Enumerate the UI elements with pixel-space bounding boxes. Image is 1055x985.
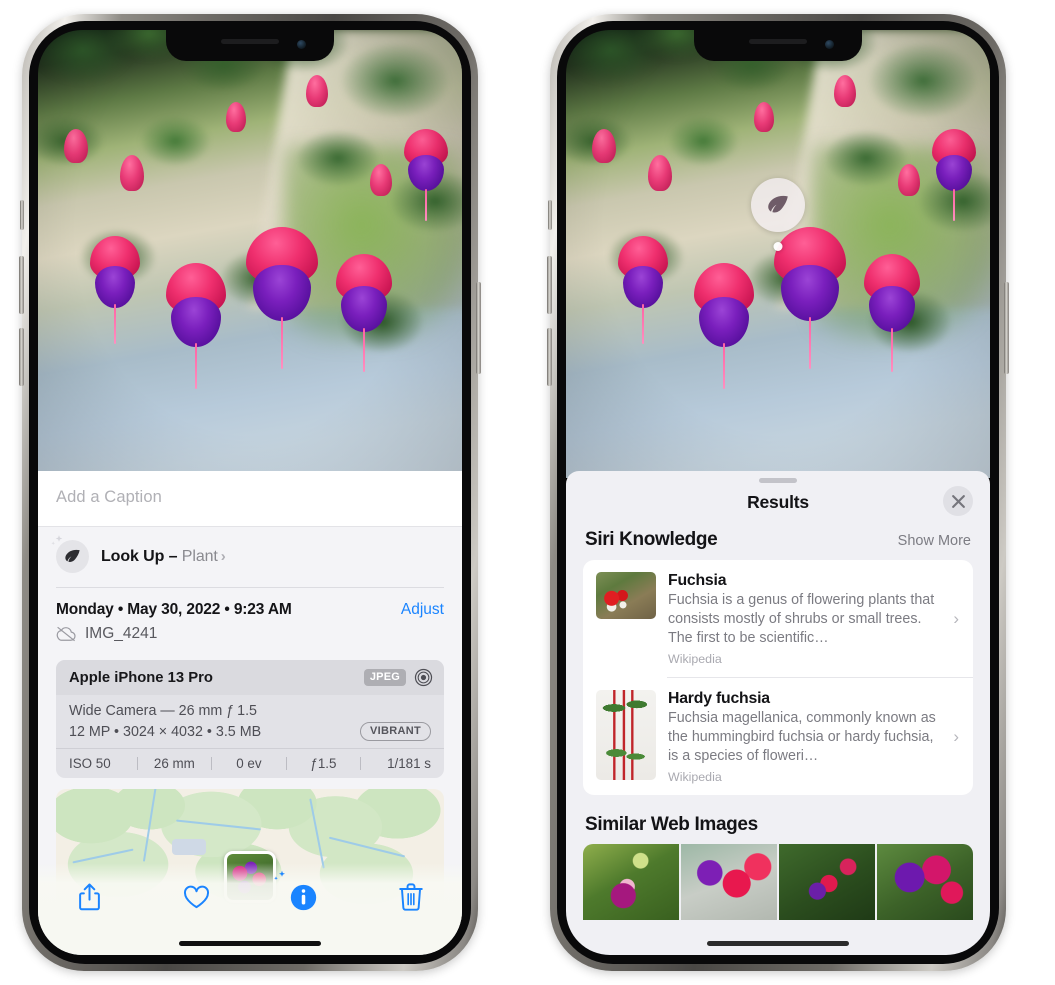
look-up-subject: Plant xyxy=(181,547,218,565)
mute-switch[interactable] xyxy=(548,200,552,230)
exif-stat-focal: 26 mm xyxy=(153,756,195,771)
screenshot-root: Add a Caption Look Up – Plant › Monday •… xyxy=(0,0,1055,985)
exif-stat-aperture: ƒ1.5 xyxy=(310,756,337,771)
volume-up-button[interactable] xyxy=(19,256,24,314)
camera-model: Apple iPhone 13 Pro xyxy=(69,669,213,686)
photo-filename: IMG_4241 xyxy=(85,625,158,642)
power-button[interactable] xyxy=(476,282,481,374)
exif-stats-row: ISO 50 26 mm 0 ev ƒ1.5 1/181 s xyxy=(56,748,444,778)
siri-knowledge-card: Fuchsia Fuchsia is a genus of flowering … xyxy=(583,560,973,795)
chevron-right-icon: › xyxy=(220,547,226,565)
list-item[interactable]: Fuchsia Fuchsia is a genus of flowering … xyxy=(583,560,973,677)
knowledge-description: Fuchsia is a genus of flowering plants t… xyxy=(668,592,935,646)
chevron-right-icon: › xyxy=(953,608,959,628)
photo-date: Monday • May 30, 2022 • 9:23 AM xyxy=(56,601,292,618)
look-up-label: Look Up – Plant › xyxy=(101,548,226,566)
exif-header: Apple iPhone 13 Pro JPEG xyxy=(56,660,444,695)
knowledge-description: Fuchsia magellanica, commonly known as t… xyxy=(668,710,936,764)
delete-button[interactable] xyxy=(388,877,434,917)
volume-up-button[interactable] xyxy=(547,256,552,314)
aperture-icon xyxy=(414,668,433,687)
exif-stat-shutter: 1/181 s xyxy=(387,756,431,771)
results-header: Results xyxy=(566,483,990,527)
close-icon xyxy=(951,494,965,508)
web-image-2[interactable] xyxy=(681,844,777,920)
image-size-info: 12 MP • 3024 × 4032 • 3.5 MB xyxy=(69,723,262,740)
knowledge-title: Fuchsia xyxy=(668,572,727,589)
share-button[interactable] xyxy=(66,877,112,917)
photo-vignette xyxy=(38,30,462,478)
notch xyxy=(694,30,862,61)
show-more-button[interactable]: Show More xyxy=(898,533,971,549)
similar-web-images-header: Similar Web Images xyxy=(566,795,990,844)
visual-lookup-badge[interactable] xyxy=(751,178,805,232)
chevron-right-icon: › xyxy=(953,726,959,746)
notch xyxy=(166,30,334,61)
leaf-icon xyxy=(768,195,788,213)
look-up-row[interactable]: Look Up – Plant › xyxy=(38,527,462,587)
right-phone-screen: Results Siri Knowledge Show More Fuchsia… xyxy=(566,30,990,955)
right-phone: Results Siri Knowledge Show More Fuchsia… xyxy=(547,14,1009,971)
photographic-style-badge: VIBRANT xyxy=(360,722,431,741)
caption-field-row[interactable]: Add a Caption xyxy=(38,471,462,527)
photo-viewer[interactable] xyxy=(566,30,990,478)
volume-down-button[interactable] xyxy=(547,328,552,386)
results-sheet: Results Siri Knowledge Show More Fuchsia… xyxy=(566,471,990,955)
front-camera xyxy=(297,40,306,49)
exif-stat-exposure: 0 ev xyxy=(236,756,262,771)
look-up-title: Look Up – xyxy=(101,547,182,565)
web-image-3[interactable] xyxy=(779,844,875,920)
photo-info-sheet: Add a Caption Look Up – Plant › Monday •… xyxy=(38,471,462,955)
siri-knowledge-title: Siri Knowledge xyxy=(585,529,718,550)
share-icon xyxy=(78,883,100,911)
icloud-slash-icon xyxy=(56,626,76,642)
exif-card[interactable]: Apple iPhone 13 Pro JPEG Wide Camera — 2… xyxy=(56,660,444,778)
volume-down-button[interactable] xyxy=(19,328,24,386)
exif-stat-iso: ISO 50 xyxy=(69,756,111,771)
left-phone-screen: Add a Caption Look Up – Plant › Monday •… xyxy=(38,30,462,955)
similar-web-images-title: Similar Web Images xyxy=(585,814,758,835)
knowledge-source: Wikipedia xyxy=(668,770,722,784)
knowledge-thumbnail xyxy=(596,690,656,780)
siri-knowledge-header: Siri Knowledge Show More xyxy=(566,527,990,560)
web-image-1[interactable] xyxy=(583,844,679,920)
caption-input[interactable]: Add a Caption xyxy=(56,488,444,507)
home-indicator[interactable] xyxy=(707,941,849,946)
similar-web-images-strip[interactable] xyxy=(566,844,990,920)
lens-info: Wide Camera — 26 mm ƒ 1.5 xyxy=(69,703,257,719)
close-button[interactable] xyxy=(943,486,973,516)
exif-body: Wide Camera — 26 mm ƒ 1.5 12 MP • 3024 ×… xyxy=(56,695,444,748)
results-title: Results xyxy=(747,492,809,512)
knowledge-thumbnail xyxy=(596,572,656,619)
earpiece-speaker xyxy=(749,39,807,44)
photo-viewer[interactable] xyxy=(38,30,462,478)
heart-icon xyxy=(183,885,209,908)
sparkle-icon xyxy=(273,870,285,880)
favorite-button[interactable] xyxy=(173,877,219,917)
knowledge-source: Wikipedia xyxy=(668,652,722,666)
trash-icon xyxy=(399,883,423,911)
left-phone: Add a Caption Look Up – Plant › Monday •… xyxy=(19,14,481,971)
format-badge: JPEG xyxy=(363,669,406,686)
info-button[interactable] xyxy=(273,870,327,917)
earpiece-speaker xyxy=(221,39,279,44)
adjust-button[interactable]: Adjust xyxy=(401,601,444,619)
home-indicator[interactable] xyxy=(179,941,321,946)
photo-vignette xyxy=(566,30,990,478)
web-image-4[interactable] xyxy=(877,844,973,920)
photo-date-block: Monday • May 30, 2022 • 9:23 AM Adjust I… xyxy=(38,588,462,652)
sparkle-icon xyxy=(51,535,63,545)
front-camera xyxy=(825,40,834,49)
knowledge-title: Hardy fuchsia xyxy=(668,690,770,707)
visual-lookup-anchor-dot xyxy=(773,242,783,251)
leaf-icon-container xyxy=(51,535,89,573)
power-button[interactable] xyxy=(1004,282,1009,374)
mute-switch[interactable] xyxy=(20,200,24,230)
info-circle-filled-icon xyxy=(290,884,317,910)
list-item[interactable]: Hardy fuchsia Fuchsia magellanica, commo… xyxy=(583,678,973,795)
